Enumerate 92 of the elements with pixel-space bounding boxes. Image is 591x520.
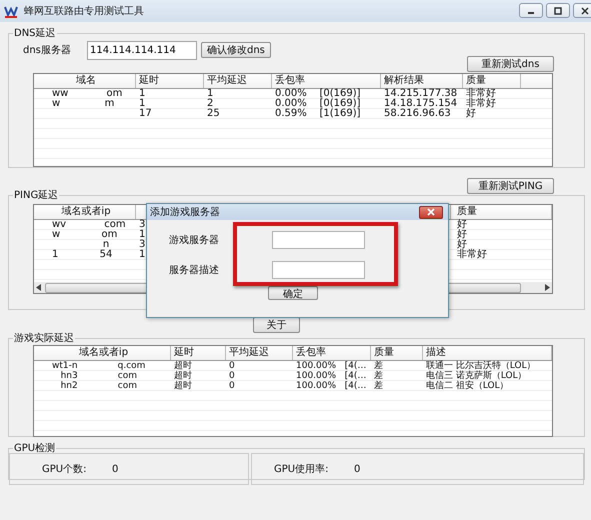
dialog-title: 添加游戏服务器 [150,206,220,219]
table-cell: 1 [207,89,214,99]
column-header[interactable]: 描述 [423,346,552,360]
table-cell: wv com [52,220,126,230]
table-cell: 好 [466,109,476,119]
table-cell: 差 [374,381,383,391]
close-icon [427,208,435,216]
app-logo-icon [4,4,18,18]
column-header[interactable]: 域名或者ip [34,346,171,360]
gpu-usage-label: GPU使用率: [274,462,330,476]
table-cell: 17 [139,109,152,119]
maximize-button[interactable] [546,3,570,18]
about-button[interactable]: 关于 [253,317,300,333]
table-cell: 2 [207,99,214,109]
server-description-label: 服务器描述 [168,264,219,277]
gpu-count-value: 0 [112,464,118,474]
table-cell: 3 [139,240,146,250]
table-cell: 3 [139,220,146,230]
group-legend: GPU检测 [13,441,56,455]
table-cell: wt1-n q.com [52,361,146,371]
table-cell-text: hn3 com [60,371,137,381]
confirm-dns-button[interactable]: 确认修改dns [201,42,271,58]
table-cell: 100.00% [4(… [296,361,366,371]
table-cell: 100.00% [4(… [296,381,366,391]
table-cell-text: n [102,240,110,250]
table-cell: ww om [52,89,122,99]
table-cell: w om [52,230,118,240]
table-cell: 0.59% [1(169)] [275,109,361,119]
group-legend: 游戏实际延迟 [13,331,75,345]
right-arrow-icon[interactable] [544,284,550,291]
table-cell: 超时 [174,361,192,371]
retest-ping-button[interactable]: 重新测试PING [467,178,554,194]
column-header[interactable]: 域名或者ip [34,205,136,219]
column-header[interactable]: 延时 [171,346,226,360]
table-cell: 超时 [174,381,192,391]
close-button[interactable] [573,3,591,18]
column-header[interactable]: 丢包率 [272,74,381,88]
table-cell: 好 [457,240,467,250]
table-cell: 100.00% [4(… [296,371,366,381]
table-cell: 非常好 [466,99,496,109]
table-cell: 1 [139,99,146,109]
column-header[interactable]: 解析结果 [381,74,463,88]
game-server-label: 游戏服务器 [168,234,219,247]
table-cell: 1 [139,250,146,260]
ok-button[interactable]: 确定 [268,286,318,300]
column-header[interactable]: 平均延迟 [226,346,293,360]
table-cell: 14.18.175.154 [384,99,458,109]
table-cell: 0 [229,361,235,371]
dns-server-label: dns服务器 [23,44,72,57]
table-cell: 0.00% [0(169)] [275,89,361,99]
column-header[interactable]: 延时 [136,74,204,88]
table-cell: 超时 [174,371,192,381]
table-cell: 1 [139,89,146,99]
table-cell: 25 [207,109,220,119]
group-legend: DNS延迟 [13,26,57,40]
retest-dns-button[interactable]: 重新测试dns [467,56,554,72]
column-header[interactable]: 丢包率 [293,346,371,360]
column-header[interactable]: 质量 [371,346,423,360]
table-cell: w m [52,99,114,109]
close-button[interactable] [419,206,443,218]
column-header[interactable]: 质量 [463,74,521,88]
table-cell: 电信二 祖安（LOL） [426,381,509,391]
table-cell: 58.216.96.63 [384,109,451,119]
table-cell: 好 [457,220,467,230]
dns-server-field[interactable]: 114.114.114.114 [87,40,197,60]
table-cell: 电信三 诺克萨斯（LOL） [426,371,527,381]
minimize-button[interactable] [519,3,543,18]
maximize-icon [554,6,562,14]
table-cell: 非常好 [466,89,496,99]
table-cell: 0 [229,381,235,391]
window-title: 蜂网互联路由专用测试工具 [24,4,145,18]
gpu-usage-value: 0 [354,464,360,474]
gpu-count-label: GPU个数: [42,463,88,476]
server-description-field[interactable] [272,261,365,279]
table-cell: 联通一 比尔吉沃特（LOL） [426,361,536,371]
game-server-field[interactable] [272,231,365,249]
left-arrow-icon[interactable] [36,284,42,291]
column-header[interactable]: 平均延迟 [204,74,272,88]
group-legend: PING延迟 [13,188,60,202]
table-cell: 好 [457,230,467,240]
table-cell-text: hn2 com [60,381,137,391]
close-icon [581,6,589,14]
table-cell: 1 54 [52,250,112,260]
table-cell: 14.215.177.38 [384,89,458,99]
table-cell: 差 [374,361,383,371]
table-cell: 差 [374,371,383,381]
column-header[interactable]: 质量 [451,205,552,219]
table-cell: 0.00% [0(169)] [275,99,361,109]
table-cell: 非常好 [457,250,487,260]
table-cell: 1 [139,230,146,240]
column-header[interactable]: 域名 [34,74,136,88]
table-cell: 0 [229,371,235,381]
